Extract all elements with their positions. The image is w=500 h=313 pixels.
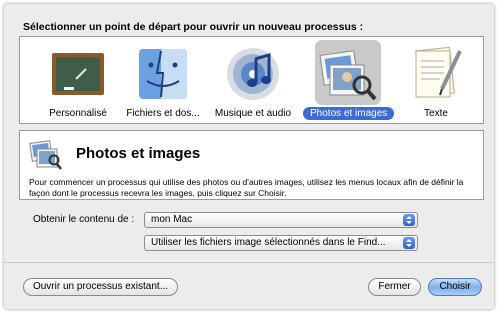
starting-point-text[interactable]: Texte [391, 37, 481, 125]
popup-arrows-icon [403, 237, 415, 249]
use-files-popup[interactable]: Utiliser les fichiers image sélectionnés… [144, 235, 418, 251]
starting-point-custom[interactable]: Personnalisé [33, 37, 123, 125]
starting-point-photos-images[interactable]: Photos et images [303, 37, 395, 125]
choose-button[interactable]: Choisir [428, 278, 482, 296]
photos-icon [29, 140, 62, 170]
starting-point-chooser: Personnalisé Fichiers et dos... Musique … [19, 36, 484, 124]
chalkboard-icon [52, 53, 104, 95]
description-title: Photos et images [76, 145, 201, 162]
starting-point-music-audio[interactable]: Musique et audio [208, 37, 298, 125]
starting-point-label: Texte [424, 108, 448, 119]
starting-point-files-folders[interactable]: Fichiers et dos... [118, 37, 208, 125]
dialog-prompt: Sélectionner un point de départ pour ouv… [23, 21, 364, 33]
open-existing-workflow-button[interactable]: Ouvrir un processus existant... [23, 278, 178, 296]
text-document-icon [415, 46, 462, 98]
starting-point-label: Personnalisé [49, 108, 107, 119]
use-files-popup-value: Utiliser les fichiers image sélectionnés… [151, 237, 386, 248]
divider [4, 262, 494, 263]
popup-arrows-icon [403, 214, 415, 226]
starting-point-label: Fichiers et dos... [126, 108, 200, 119]
source-popup[interactable]: mon Mac [144, 212, 418, 228]
close-button[interactable]: Fermer [368, 278, 421, 296]
source-label: Obtenir le contenu de : [33, 214, 135, 225]
photos-icon [319, 50, 377, 101]
description-panel: Photos et images Pour commencer un proce… [19, 130, 484, 200]
source-popup-value: mon Mac [151, 214, 193, 225]
starting-point-label: Musique et audio [214, 108, 292, 119]
finder-icon [139, 49, 187, 99]
itunes-icon [227, 48, 279, 100]
description-text: Pour commencer un processus qui utilise … [29, 177, 464, 198]
starting-point-label: Photos et images [303, 107, 395, 120]
new-workflow-sheet: Sélectionner un point de départ pour ouv… [4, 4, 494, 309]
